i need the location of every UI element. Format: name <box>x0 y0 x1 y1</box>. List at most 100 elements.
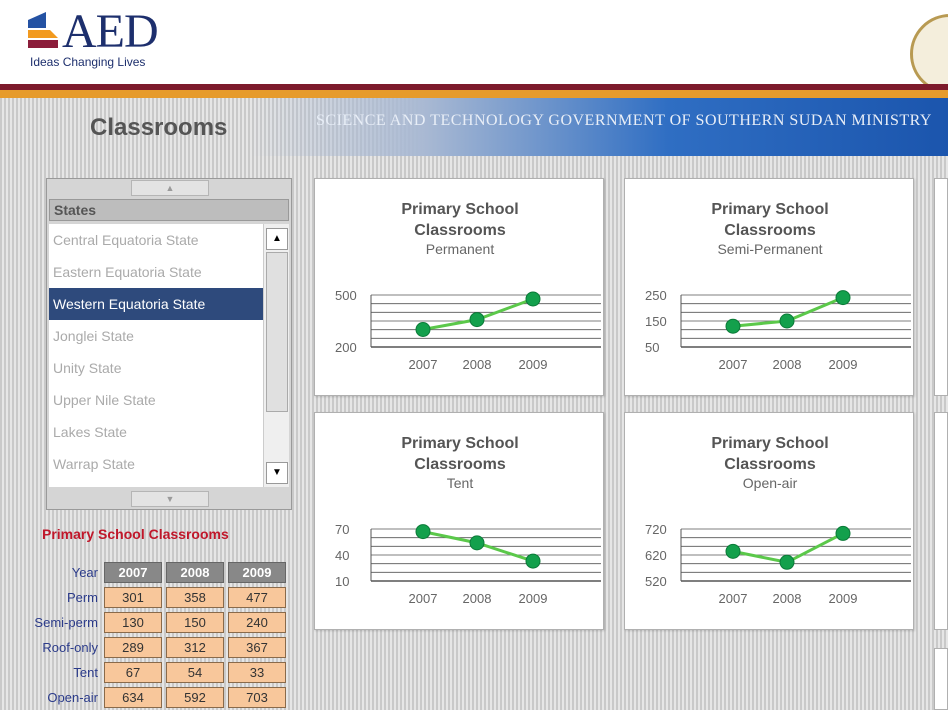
year-header: 2009 <box>228 562 286 583</box>
scrollbar-down-arrow-icon[interactable]: ▼ <box>266 462 288 484</box>
data-point[interactable] <box>415 321 431 337</box>
data-point[interactable] <box>415 524 431 540</box>
table-cell: 367 <box>228 637 286 658</box>
table-cell: 358 <box>166 587 224 608</box>
app-header: AED Ideas Changing Lives <box>0 0 948 94</box>
y-tick-label: 40 <box>335 548 349 563</box>
header-stripe-orange <box>0 90 948 98</box>
row-label: Tent <box>73 665 98 680</box>
year-header: 2008 <box>166 562 224 583</box>
x-tick-label: 2008 <box>463 357 492 372</box>
state-list-item[interactable]: Unity State <box>49 352 263 384</box>
classrooms-table: Year 2007 2008 2009 Perm 301 358 477 Sem… <box>14 558 290 710</box>
data-point[interactable] <box>469 535 485 551</box>
table-row: Roof-only 289 312 367 <box>18 637 286 658</box>
chart-card-open-air[interactable]: Primary School Classrooms Open-air 720 620… <box>624 412 914 630</box>
x-tick-label: 2009 <box>519 591 548 606</box>
x-tick-label: 2009 <box>829 357 858 372</box>
x-tick-label: 2009 <box>519 357 548 372</box>
y-tick-label: 720 <box>645 522 667 537</box>
chart-svg: 70 40 10 2007 2008 2009 <box>335 522 601 606</box>
data-point[interactable] <box>469 312 485 328</box>
table-cell: 289 <box>104 637 162 658</box>
page-title: Classrooms <box>90 114 228 141</box>
table-cell: 592 <box>166 687 224 708</box>
table-row: Perm 301 358 477 <box>18 587 286 608</box>
table-cell: 54 <box>166 662 224 683</box>
chart-card-partial[interactable] <box>934 412 948 630</box>
table-cell: 240 <box>228 612 286 633</box>
table-row: Open-air 634 592 703 <box>18 687 286 708</box>
y-tick-label: 520 <box>645 574 667 589</box>
table-cell: 703 <box>228 687 286 708</box>
chart-svg: 250 150 50 2007 2008 2009 <box>645 288 911 372</box>
x-tick-label: 2009 <box>829 591 858 606</box>
scrollbar-up-arrow-icon[interactable]: ▲ <box>266 228 288 250</box>
chart-svg: 500 200 2007 2008 2009 <box>335 288 601 372</box>
states-panel: ▲ States Central Equatoria State Eastern … <box>46 178 292 510</box>
table-cell: 67 <box>104 662 162 683</box>
states-scrollbar[interactable]: ▲ ▼ <box>263 224 289 487</box>
government-seal-icon <box>910 14 948 94</box>
row-label: Roof-only <box>42 640 98 655</box>
x-tick-label: 2007 <box>409 357 438 372</box>
table-cell: 150 <box>166 612 224 633</box>
chart-svg: 720 620 520 2007 2008 2009 <box>645 522 911 606</box>
states-header: States <box>49 199 289 221</box>
data-point[interactable] <box>725 543 741 559</box>
data-point[interactable] <box>725 318 741 334</box>
data-point[interactable] <box>779 554 795 570</box>
table-row: Semi-perm 130 150 240 <box>18 612 286 633</box>
state-list-item[interactable]: Eastern Equatoria State <box>49 256 263 288</box>
state-list-item[interactable]: Central Equatoria State <box>49 224 263 256</box>
scrollbar-thumb[interactable] <box>266 252 288 412</box>
table-cell: 477 <box>228 587 286 608</box>
y-tick-label: 620 <box>645 548 667 563</box>
x-tick-label: 2007 <box>719 591 748 606</box>
table-row: Tent 67 54 33 <box>18 662 286 683</box>
chart-card-tent[interactable]: Primary School Classrooms Tent 70 40 10 2007… <box>314 412 604 630</box>
data-point[interactable] <box>525 553 541 569</box>
x-tick-label: 2008 <box>463 591 492 606</box>
table-cell: 634 <box>104 687 162 708</box>
list-scroll-down-button[interactable]: ▼ <box>131 491 209 507</box>
table-cell: 33 <box>228 662 286 683</box>
banner-text: SCIENCE AND TECHNOLOGY GOVERNMENT OF SOU… <box>316 112 932 129</box>
states-list[interactable]: Central Equatoria State Eastern Equatoria… <box>49 224 263 487</box>
y-tick-label: 50 <box>645 340 659 355</box>
row-label: Open-air <box>47 690 98 705</box>
row-label: Semi-perm <box>34 615 98 630</box>
table-title: Primary School Classrooms <box>42 526 229 542</box>
y-tick-label: 10 <box>335 574 349 589</box>
y-tick-label: 250 <box>645 288 667 303</box>
state-list-item[interactable]: Warrap State <box>49 448 263 480</box>
state-list-item[interactable]: Upper Nile State <box>49 384 263 416</box>
aed-logo: AED Ideas Changing Lives <box>28 6 178 74</box>
x-tick-label: 2008 <box>773 591 802 606</box>
table-cell: 130 <box>104 612 162 633</box>
list-scroll-up-button[interactable]: ▲ <box>131 180 209 196</box>
aed-logo-mark-icon <box>28 12 58 48</box>
chart-card-partial[interactable] <box>934 648 948 710</box>
x-tick-label: 2008 <box>773 357 802 372</box>
data-point[interactable] <box>779 313 795 329</box>
y-tick-label: 500 <box>335 288 357 303</box>
state-list-item[interactable]: Western Equatoria State <box>49 288 263 320</box>
table-header-row: Year 2007 2008 2009 <box>18 562 286 583</box>
y-tick-label: 200 <box>335 340 357 355</box>
year-header: 2007 <box>104 562 162 583</box>
state-list-item[interactable]: Jonglei State <box>49 320 263 352</box>
x-tick-label: 2007 <box>409 591 438 606</box>
data-point[interactable] <box>525 291 541 307</box>
chart-card-partial[interactable] <box>934 178 948 396</box>
row-label: Perm <box>66 590 98 605</box>
state-list-item[interactable]: Lakes State <box>49 416 263 448</box>
data-point[interactable] <box>835 525 851 541</box>
chart-card-permanent[interactable]: Primary School Classrooms Permanent 500 20… <box>314 178 604 396</box>
x-tick-label: 2007 <box>719 357 748 372</box>
table-cell: 312 <box>166 637 224 658</box>
y-tick-label: 150 <box>645 314 667 329</box>
logo-text: AED <box>62 5 159 58</box>
chart-card-semi-permanent[interactable]: Primary School Classrooms Semi-Permanent … <box>624 178 914 396</box>
data-point[interactable] <box>835 290 851 306</box>
